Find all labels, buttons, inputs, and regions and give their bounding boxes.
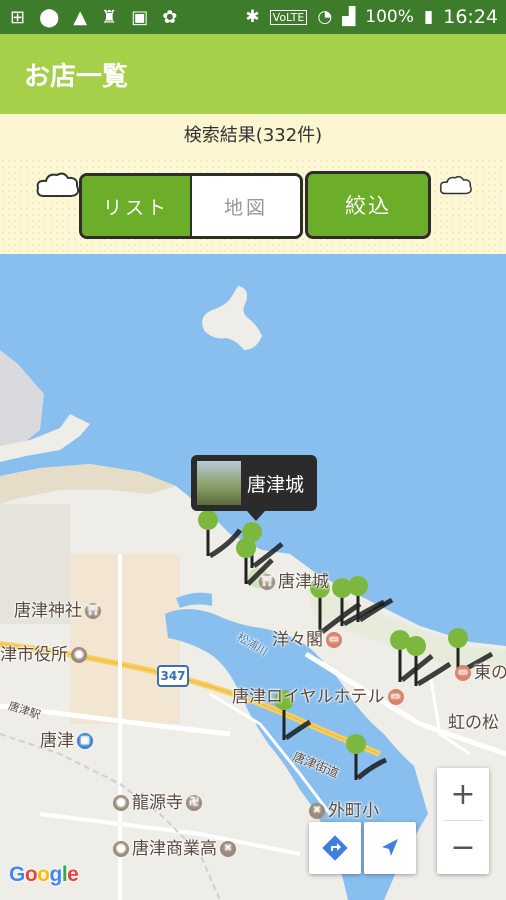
- map-label-east: ▭ 東の: [452, 658, 506, 683]
- info-window-title: 唐津城: [247, 474, 305, 496]
- filter-button[interactable]: 絞込: [305, 171, 431, 239]
- map-label-school: ✕ 外町小: [306, 796, 379, 821]
- app-bar: お店一覧: [0, 34, 506, 114]
- temple-icon: 卍: [186, 795, 202, 811]
- map-label-high-school: ● 唐津商業高 ✕: [110, 834, 239, 859]
- hotel-icon: ▭: [455, 665, 471, 681]
- page-title: お店一覧: [24, 61, 129, 91]
- map-base: [0, 286, 506, 900]
- school-icon: ✕: [309, 803, 325, 819]
- shrine-icon: ⛩: [85, 603, 101, 619]
- zoom-controls: + −: [437, 768, 489, 874]
- my-location-button[interactable]: [364, 822, 416, 874]
- google-logo: Google: [9, 863, 79, 886]
- signal-icon: ▟: [342, 7, 356, 27]
- navigation-arrow-icon: [382, 839, 398, 856]
- directions-button[interactable]: [309, 822, 361, 874]
- volte-icon: VoLTE: [269, 9, 308, 25]
- hotel-icon: ▭: [326, 632, 342, 648]
- app-notification-icon: ✿: [162, 7, 178, 28]
- building-icon: ◉: [71, 647, 87, 663]
- system-icons: ✱ VoLTE ◔ ▟ 100% ▮ 16:24: [245, 6, 498, 28]
- filter-bar: リスト 地図 絞込: [0, 158, 506, 254]
- poi-icon: ●: [113, 841, 129, 857]
- map-label-station: 唐津 ▣: [40, 726, 96, 751]
- map-label-royal-hotel: 唐津ロイヤルホテル ▭: [232, 682, 407, 707]
- castle-thumbnail: [197, 461, 241, 505]
- zoom-in-button[interactable]: +: [437, 768, 489, 820]
- chess-piece-icon: ♜: [101, 7, 118, 28]
- cloud-icon: [36, 172, 80, 197]
- school-icon: ✕: [220, 841, 236, 857]
- map-view[interactable]: ⛩ 唐津城 唐津神社 ⛩ 津市役所 ◉ 洋々閣 ▭ 唐津ロイヤルホテル ▭ ▭ 東の 虹の松…: [0, 254, 506, 900]
- plus-icon: ⊞: [10, 7, 26, 28]
- map-label-city-hall: 津市役所 ◉: [0, 640, 90, 665]
- bluetooth-icon: ✱: [245, 7, 260, 27]
- train-icon: ▣: [77, 733, 93, 749]
- battery-icon: ▮: [423, 7, 434, 27]
- location-pin-icon: ⬤: [39, 7, 60, 28]
- map-label-shrine: 唐津神社 ⛩: [14, 601, 101, 621]
- notification-icons: ⊞ ⬤ ▲ ♜ ▣ ✿: [10, 7, 177, 28]
- list-tab[interactable]: リスト: [82, 176, 192, 236]
- hotel-icon: ▭: [387, 689, 404, 705]
- search-result-count: 検索結果(332件): [0, 114, 506, 159]
- battery-percent: 100%: [365, 7, 414, 27]
- landmark-icon: ⛩: [259, 574, 275, 590]
- poi-icon: ●: [113, 795, 129, 811]
- status-bar: ⊞ ⬤ ▲ ♜ ▣ ✿ ✱ VoLTE ◔ ▟ 100% ▮ 16:24: [0, 0, 506, 34]
- cloud-icon: [439, 175, 472, 195]
- view-toggle: リスト 地図: [79, 173, 303, 239]
- image-icon: ▣: [131, 7, 149, 28]
- warning-icon: ▲: [73, 7, 88, 28]
- map-label-niji: 虹の松: [448, 713, 499, 733]
- island: [202, 286, 262, 350]
- clock: 16:24: [443, 6, 498, 28]
- map-label-hotel: 洋々閣 ▭: [272, 625, 345, 650]
- map-label-temple: ● 龍源寺卍: [110, 788, 205, 813]
- zoom-out-button[interactable]: −: [437, 821, 489, 873]
- highway-shield: 347: [157, 665, 189, 687]
- info-window-tail: [247, 511, 265, 521]
- wifi-icon: ◔: [317, 7, 333, 27]
- map-label-castle: ⛩ 唐津城: [259, 572, 329, 592]
- info-window[interactable]: 唐津城: [191, 455, 317, 521]
- directions-icon: [322, 835, 348, 861]
- map-tab[interactable]: 地図: [192, 176, 300, 236]
- town-area: [70, 554, 180, 724]
